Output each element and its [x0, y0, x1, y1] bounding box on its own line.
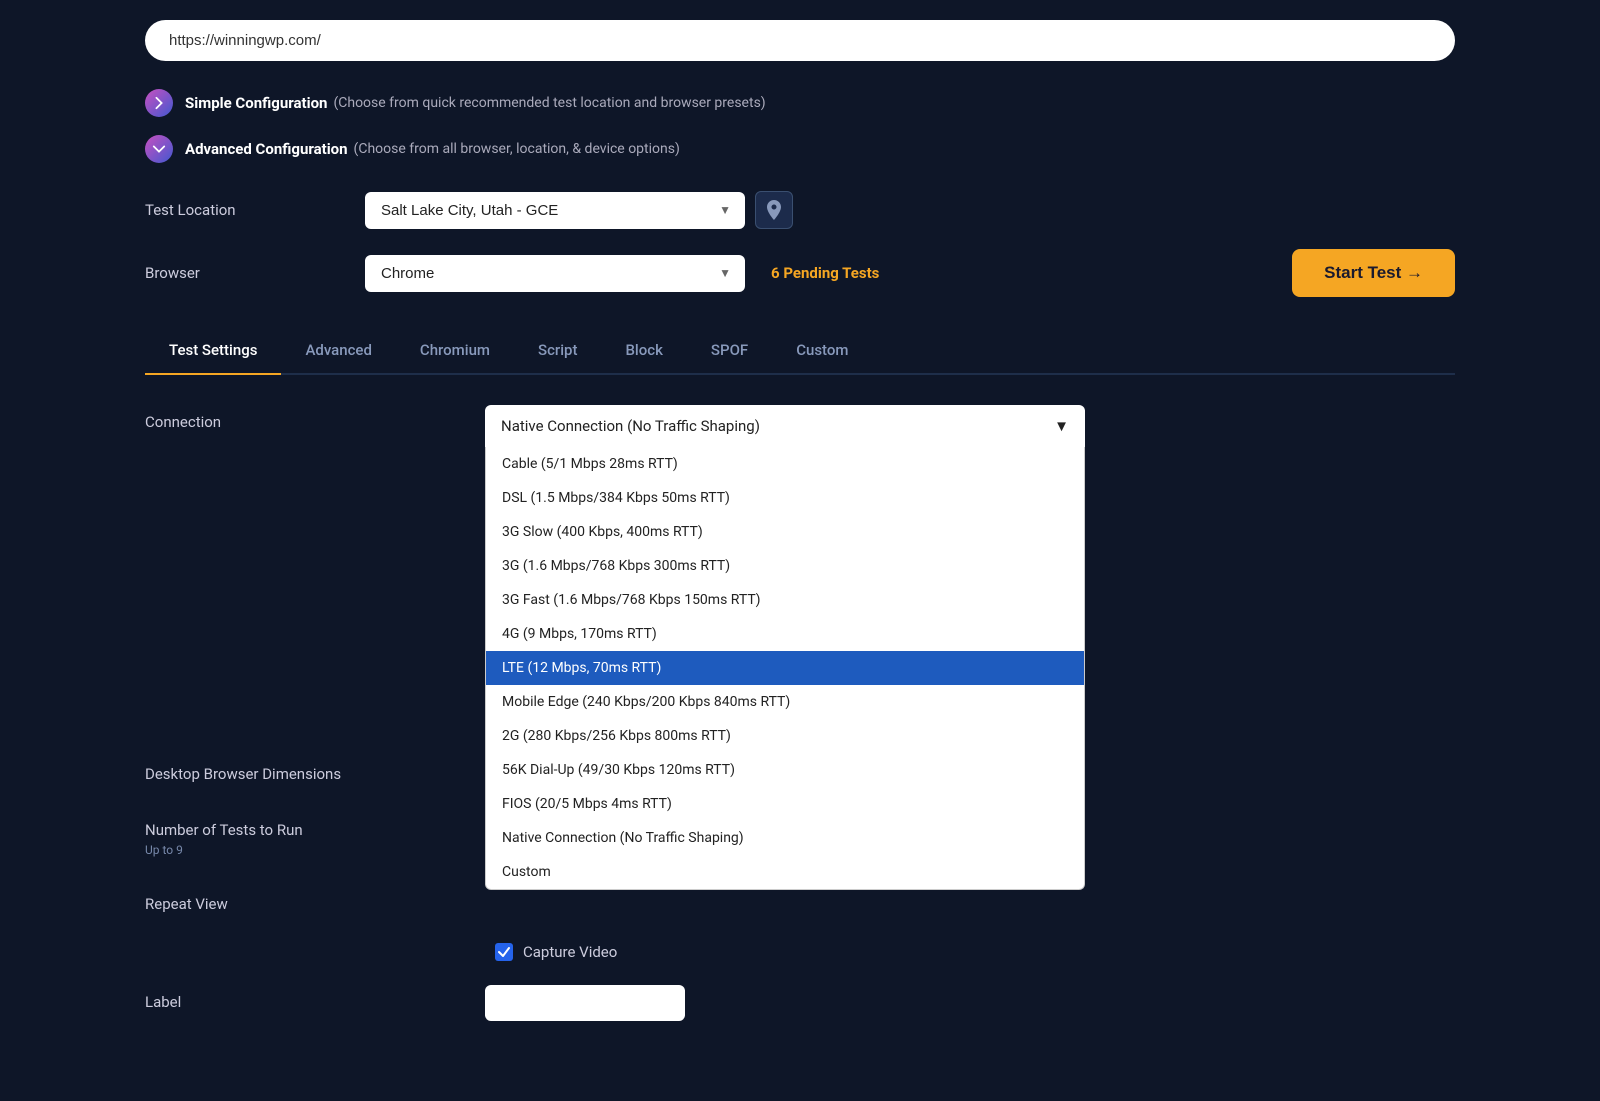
connection-dropdown: Cable (5/1 Mbps 28ms RTT) DSL (1.5 Mbps/… [485, 447, 1085, 890]
repeat-view-row: Repeat View [145, 887, 1455, 913]
test-location-pin-button[interactable] [755, 191, 793, 229]
advanced-config-icon [145, 135, 173, 163]
connection-option-56k[interactable]: 56K Dial-Up (49/30 Kbps 120ms RTT) [486, 753, 1084, 787]
connection-option-3g[interactable]: 3G (1.6 Mbps/768 Kbps 300ms RTT) [486, 549, 1084, 583]
connection-option-dsl[interactable]: DSL (1.5 Mbps/384 Kbps 50ms RTT) [486, 481, 1084, 515]
location-pin-icon [766, 200, 782, 220]
connection-select-wrapper: Native Connection (No Traffic Shaping) ▼… [485, 405, 1085, 447]
connection-field-control: Native Connection (No Traffic Shaping) ▼… [485, 405, 1455, 447]
tab-test-settings[interactable]: Test Settings [145, 327, 281, 373]
connection-option-lte[interactable]: LTE (12 Mbps, 70ms RTT) [486, 651, 1084, 685]
checkbox-check-icon [498, 946, 510, 958]
url-input[interactable] [169, 32, 1431, 49]
capture-video-checkbox[interactable] [495, 943, 513, 961]
connection-option-cable[interactable]: Cable (5/1 Mbps 28ms RTT) [486, 447, 1084, 481]
connection-field-label: Connection [145, 405, 485, 431]
connection-option-mobile-edge[interactable]: Mobile Edge (240 Kbps/200 Kbps 840ms RTT… [486, 685, 1084, 719]
start-test-button[interactable]: Start Test → [1292, 249, 1455, 297]
capture-video-label: Capture Video [523, 943, 617, 961]
simple-config-label: Simple Configuration [185, 94, 327, 112]
connection-option-2g[interactable]: 2G (280 Kbps/256 Kbps 800ms RTT) [486, 719, 1084, 753]
browser-controls: Chrome ▼ 6 Pending Tests Start Test → [365, 249, 1455, 297]
config-section: Simple Configuration (Choose from quick … [145, 89, 1455, 163]
label-field-row: Label [145, 985, 1455, 1021]
form-section: Test Location Salt Lake City, Utah - GCE… [145, 191, 1455, 297]
test-location-controls: Salt Lake City, Utah - GCE ▼ [365, 191, 1455, 229]
browser-label: Browser [145, 264, 365, 282]
test-location-select[interactable]: Salt Lake City, Utah - GCE [365, 192, 745, 229]
tab-block[interactable]: Block [601, 327, 686, 373]
chevron-right-icon [152, 96, 166, 110]
tab-custom[interactable]: Custom [772, 327, 872, 373]
browser-select-wrapper: Chrome ▼ [365, 255, 745, 292]
chevron-down-icon [152, 142, 166, 156]
tab-script[interactable]: Script [514, 327, 601, 373]
connection-option-fios[interactable]: FIOS (20/5 Mbps 4ms RTT) [486, 787, 1084, 821]
tab-chromium[interactable]: Chromium [396, 327, 514, 373]
connection-selected-value: Native Connection (No Traffic Shaping) [501, 417, 760, 435]
label-field-control [485, 985, 1455, 1021]
connection-option-3g-slow[interactable]: 3G Slow (400 Kbps, 400ms RTT) [486, 515, 1084, 549]
tab-spof[interactable]: SPOF [687, 327, 772, 373]
browser-row: Browser Chrome ▼ 6 Pending Tests Start T… [145, 249, 1455, 297]
simple-config-description: (Choose from quick recommended test loca… [333, 95, 765, 111]
connection-select-display[interactable]: Native Connection (No Traffic Shaping) ▼ [485, 405, 1085, 447]
advanced-config-description: (Choose from all browser, location, & de… [354, 141, 680, 157]
url-bar-container [145, 20, 1455, 61]
tab-advanced[interactable]: Advanced [281, 327, 395, 373]
connection-option-4g[interactable]: 4G (9 Mbps, 170ms RTT) [486, 617, 1084, 651]
repeat-view-label: Repeat View [145, 887, 485, 913]
label-input[interactable] [485, 985, 685, 1021]
advanced-config-row[interactable]: Advanced Configuration (Choose from all … [145, 135, 1455, 163]
tab-content: Connection Native Connection (No Traffic… [145, 375, 1455, 1081]
test-location-label: Test Location [145, 201, 365, 219]
test-location-select-wrapper: Salt Lake City, Utah - GCE ▼ [365, 192, 745, 229]
connection-option-native[interactable]: Native Connection (No Traffic Shaping) [486, 821, 1084, 855]
connection-option-3g-fast[interactable]: 3G Fast (1.6 Mbps/768 Kbps 150ms RTT) [486, 583, 1084, 617]
advanced-config-label: Advanced Configuration [185, 140, 348, 158]
connection-field-row: Connection Native Connection (No Traffic… [145, 405, 1455, 447]
simple-config-icon [145, 89, 173, 117]
number-tests-sublabel: Up to 9 [145, 843, 485, 857]
pending-tests-badge: 6 Pending Tests [771, 264, 879, 282]
connection-option-custom[interactable]: Custom [486, 855, 1084, 889]
browser-select[interactable]: Chrome [365, 255, 745, 292]
simple-config-row[interactable]: Simple Configuration (Choose from quick … [145, 89, 1455, 117]
number-tests-label: Number of Tests to Run Up to 9 [145, 813, 485, 857]
label-field-label: Label [145, 985, 485, 1011]
capture-video-row: Capture Video [145, 943, 1455, 961]
tabs-bar: Test Settings Advanced Chromium Script B… [145, 327, 1455, 375]
desktop-dimensions-label: Desktop Browser Dimensions [145, 757, 485, 783]
connection-select-arrow: ▼ [1054, 417, 1069, 435]
test-location-row: Test Location Salt Lake City, Utah - GCE… [145, 191, 1455, 229]
